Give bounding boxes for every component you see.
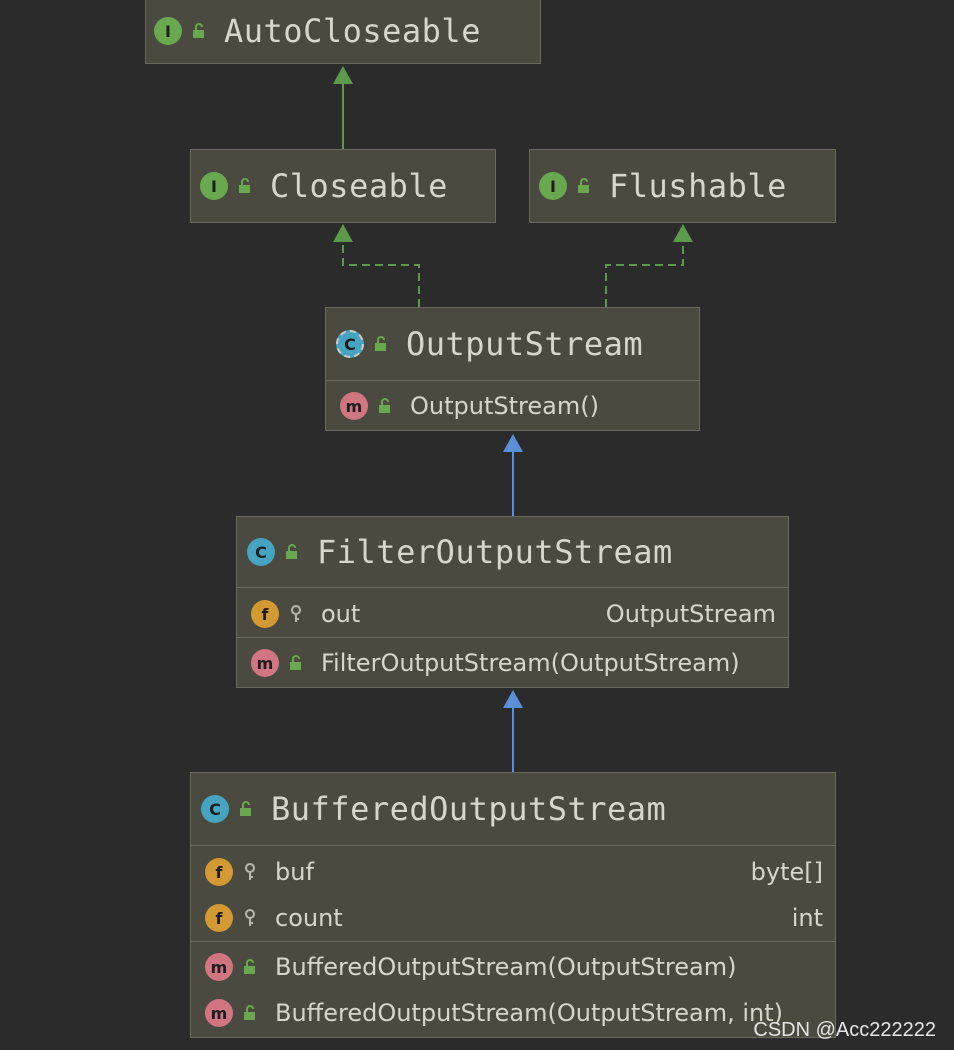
field-icon: f	[205, 904, 233, 932]
class-box-autocloseable[interactable]: I AutoCloseable	[145, 0, 541, 64]
open-lock-icon	[234, 175, 256, 197]
arrowhead-filteroutputstream	[503, 690, 523, 708]
open-lock-icon	[285, 652, 307, 674]
arrowhead-outputstream	[503, 434, 523, 452]
field-row[interactable]: f buf byte[]	[191, 852, 835, 892]
divider	[191, 845, 835, 846]
divider	[326, 380, 699, 381]
field-icon: f	[205, 858, 233, 886]
method-name: BufferedOutputStream(OutputStream, int)	[275, 999, 783, 1027]
divider	[237, 637, 788, 638]
field-row[interactable]: f count int	[191, 898, 835, 938]
class-box-outputstream[interactable]: C OutputStream m OutputStream()	[325, 307, 700, 431]
interface-icon: I	[154, 17, 182, 45]
interface-icon: I	[539, 172, 567, 200]
open-lock-icon	[370, 333, 392, 355]
field-name: out	[321, 600, 361, 628]
class-icon: C	[247, 538, 275, 566]
field-row[interactable]: f out OutputStream	[237, 594, 788, 634]
open-lock-icon	[235, 798, 257, 820]
class-name: Closeable	[270, 167, 448, 205]
open-lock-icon	[239, 956, 261, 978]
method-row[interactable]: m BufferedOutputStream(OutputStream)	[191, 947, 835, 987]
method-icon: m	[205, 999, 233, 1027]
open-lock-icon	[374, 395, 396, 417]
interface-icon: I	[200, 172, 228, 200]
method-name: OutputStream()	[410, 392, 599, 420]
class-box-closeable[interactable]: I Closeable	[190, 149, 496, 223]
arrowhead-flushable	[673, 224, 693, 242]
arrowhead-autocloseable	[333, 66, 353, 84]
field-icon: f	[251, 600, 279, 628]
abstract-class-icon: C	[336, 330, 364, 358]
class-box-bufferedoutputstream[interactable]: C BufferedOutputStream f buf byte[] f co…	[190, 772, 836, 1038]
class-name: BufferedOutputStream	[271, 790, 667, 828]
class-name: FilterOutputStream	[317, 533, 673, 571]
open-lock-icon	[188, 20, 210, 42]
field-name: buf	[275, 858, 314, 886]
field-name: count	[275, 904, 343, 932]
method-row[interactable]: m OutputStream()	[326, 386, 699, 426]
method-row[interactable]: m FilterOutputStream(OutputStream)	[237, 643, 788, 683]
method-row[interactable]: m BufferedOutputStream(OutputStream, int…	[191, 993, 835, 1033]
arrow-outputstream-to-closeable	[342, 240, 420, 307]
watermark: CSDN @Acc222222	[753, 1019, 936, 1041]
field-type: int	[791, 904, 823, 932]
method-icon: m	[340, 392, 368, 420]
key-icon	[239, 861, 261, 883]
class-box-filteroutputstream[interactable]: C FilterOutputStream f out OutputStream …	[236, 516, 789, 688]
class-name: Flushable	[609, 167, 787, 205]
method-name: FilterOutputStream(OutputStream)	[321, 649, 740, 677]
key-icon	[285, 603, 307, 625]
open-lock-icon	[239, 1002, 261, 1024]
class-name: AutoCloseable	[224, 12, 481, 50]
field-type: byte[]	[750, 858, 823, 886]
divider	[237, 587, 788, 588]
method-icon: m	[205, 953, 233, 981]
class-name: OutputStream	[406, 325, 644, 363]
class-box-flushable[interactable]: I Flushable	[529, 149, 836, 223]
arrowhead-closeable	[333, 224, 353, 242]
method-icon: m	[251, 649, 279, 677]
divider	[191, 941, 835, 942]
open-lock-icon	[281, 541, 303, 563]
class-icon: C	[201, 795, 229, 823]
open-lock-icon	[573, 175, 595, 197]
field-type: OutputStream	[605, 600, 776, 628]
arrow-outputstream-to-flushable	[605, 240, 684, 307]
method-name: BufferedOutputStream(OutputStream)	[275, 953, 737, 981]
key-icon	[239, 907, 261, 929]
